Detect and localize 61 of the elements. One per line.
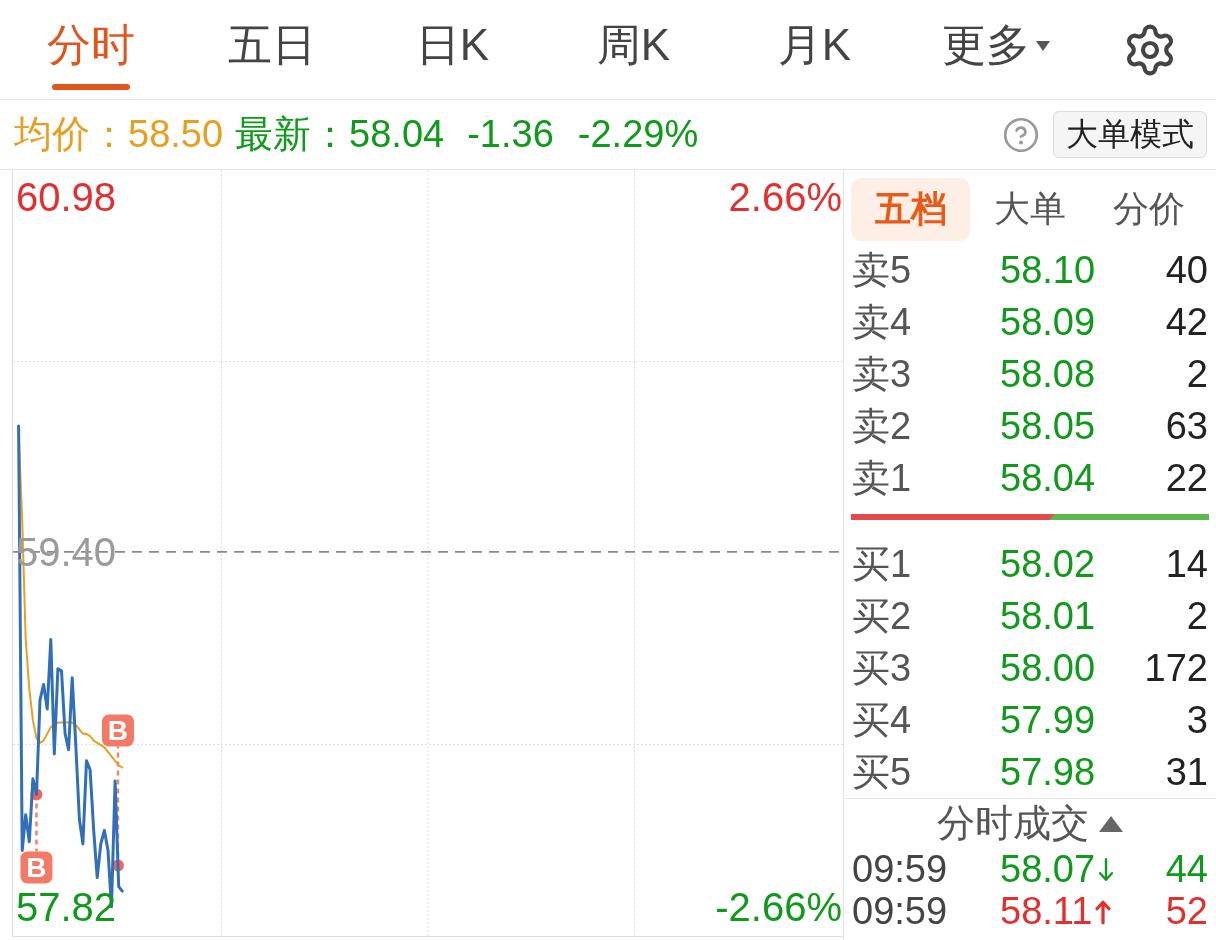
order-volume: 63	[1165, 404, 1208, 448]
order-volume: 31	[1165, 750, 1208, 794]
percent-label: 2.66%	[728, 174, 842, 219]
avg-price-value: 58.50	[128, 113, 224, 156]
order-price: 58.05	[1000, 404, 1096, 447]
order-volume: 172	[1144, 646, 1208, 690]
order-volume: 22	[1165, 456, 1208, 500]
large-order-mode-button[interactable]: 大单模式	[1053, 111, 1207, 158]
chart-tab[interactable]: 周K	[543, 0, 724, 99]
order-level-label: 卖3	[852, 351, 913, 397]
percent-label: -2.66%	[715, 884, 842, 929]
chart-tab[interactable]: 更多	[905, 0, 1086, 99]
trade-price: 58.11	[1000, 890, 1093, 933]
trade-time: 09:59	[852, 890, 949, 933]
chart-tab[interactable]: 分时	[0, 0, 181, 99]
order-price: 58.02	[1000, 542, 1096, 585]
order-level-label: 卖5	[852, 247, 913, 293]
order-level-label: 买2	[852, 593, 913, 639]
caret-up-icon	[1099, 815, 1123, 832]
order-price: 58.09	[1000, 300, 1096, 343]
chart-tab[interactable]: 五日	[181, 0, 362, 99]
order-price: 58.01	[1000, 594, 1096, 637]
trade-price: 58.07	[1000, 848, 1096, 891]
latest-price-label: 最新：	[235, 112, 350, 157]
order-level-label: 买1	[852, 541, 913, 587]
latest-price-value: 58.04	[349, 113, 445, 156]
order-volume: 2	[1186, 352, 1208, 396]
trade-volume: 52	[1165, 890, 1208, 933]
order-volume: 42	[1165, 300, 1208, 344]
avg-price-label: 均价：	[14, 112, 128, 157]
order-tab[interactable]: 分价	[1089, 178, 1208, 241]
order-level-label: 卖2	[852, 403, 913, 449]
axis-label: 60.98	[16, 174, 117, 219]
order-volume: 40	[1165, 248, 1208, 292]
order-price: 58.08	[1000, 352, 1096, 395]
order-volume: 14	[1165, 542, 1208, 586]
percent-change: -2.29%	[577, 113, 699, 156]
chart-tab[interactable]: 日K	[362, 0, 543, 99]
trade-time: 09:59	[852, 848, 949, 891]
order-price: 58.04	[1000, 456, 1096, 499]
chart-tab[interactable]: 月K	[724, 0, 905, 99]
order-level-label: 买4	[852, 697, 913, 743]
axis-label: 57.82	[16, 884, 117, 929]
caret-down-icon	[1035, 40, 1050, 51]
trades-toggle[interactable]: 分时成交	[844, 798, 1216, 848]
order-volume: 3	[1186, 698, 1208, 742]
trade-volume: 44	[1165, 848, 1208, 891]
annotation: B	[107, 715, 129, 747]
order-price: 57.98	[1000, 750, 1096, 793]
order-level-label: 买5	[852, 749, 913, 795]
order-tab[interactable]: 大单	[970, 178, 1089, 241]
order-price: 58.00	[1000, 646, 1096, 689]
order-volume: 2	[1186, 594, 1208, 638]
order-level-label: 卖4	[852, 299, 913, 345]
order-price: 57.99	[1000, 698, 1096, 741]
order-level-label: 买3	[852, 645, 913, 691]
help-icon[interactable]	[1003, 116, 1039, 153]
annotation: B	[26, 852, 47, 884]
order-price: 58.10	[1000, 248, 1096, 291]
price-change: -1.36	[467, 113, 554, 156]
order-level-label: 卖1	[852, 455, 913, 501]
